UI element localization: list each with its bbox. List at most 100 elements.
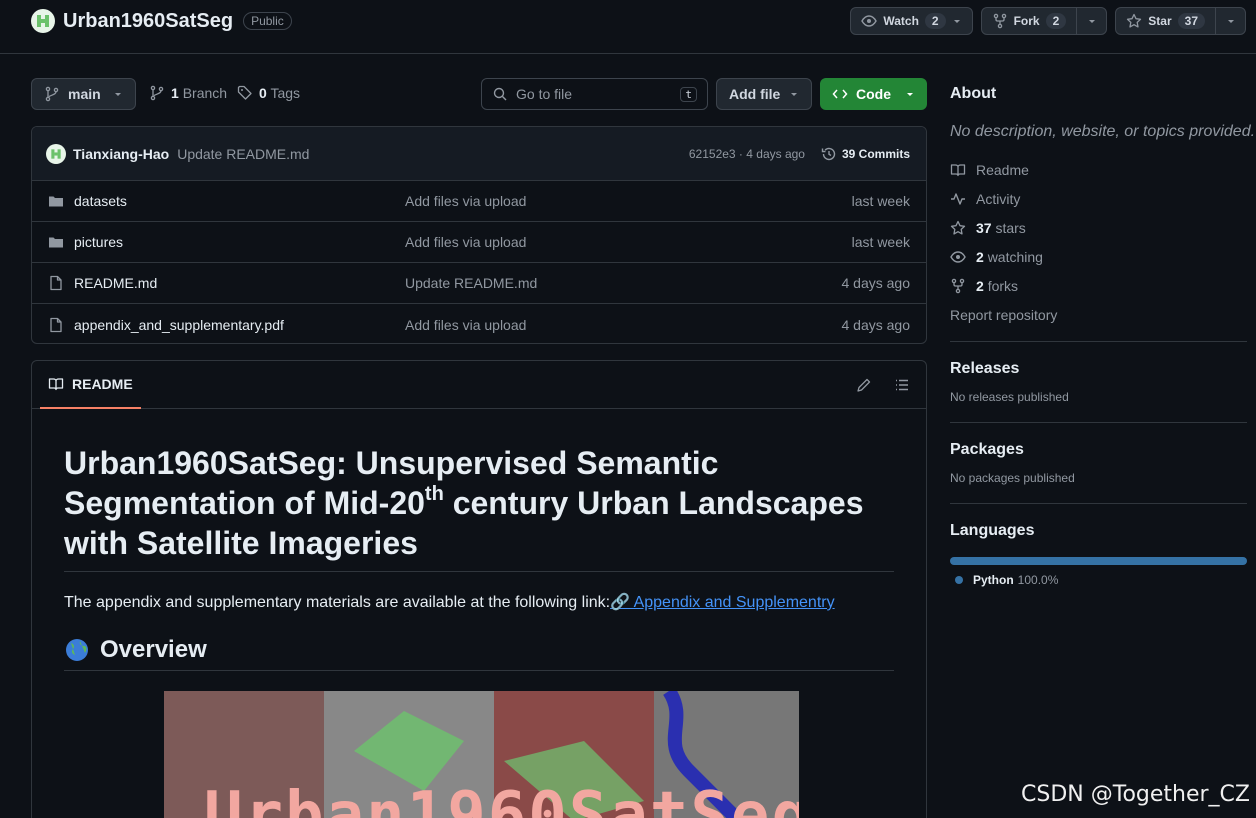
- about-heading: About: [950, 85, 997, 102]
- branch-name: main: [68, 86, 101, 102]
- language-name: Python: [973, 573, 1014, 587]
- about-link-count: 2: [976, 277, 984, 294]
- commits-link[interactable]: 39 Commits: [821, 146, 910, 162]
- file-row[interactable]: datasets Add files via upload last week: [32, 181, 926, 222]
- outline-list-icon[interactable]: [894, 377, 910, 393]
- fork-icon: [950, 278, 966, 294]
- about-sidebar: About No description, website, or topics…: [950, 78, 1256, 587]
- code-icon: [832, 89, 848, 99]
- about-link-stars[interactable]: 37 stars: [950, 213, 1247, 242]
- fork-label: Fork: [1013, 14, 1040, 28]
- branches-link[interactable]: 1 Branch: [149, 85, 227, 101]
- star-dropdown[interactable]: [1215, 8, 1245, 34]
- packages-heading[interactable]: Packages: [950, 441, 1247, 459]
- file-name[interactable]: datasets: [74, 193, 127, 209]
- file-commit-message[interactable]: Add files via upload: [405, 234, 526, 250]
- branches-count: 1: [171, 85, 179, 101]
- divider: [950, 503, 1247, 504]
- fork-dropdown[interactable]: [1076, 8, 1106, 34]
- readme-tab[interactable]: README: [40, 361, 141, 409]
- history-icon: [821, 147, 836, 160]
- file-row[interactable]: README.md Update README.md 4 days ago: [32, 263, 926, 304]
- tags-link[interactable]: 0 Tags: [237, 85, 300, 101]
- readme-panel: README Urban1960SatSeg: Unsupervised Sem…: [31, 360, 927, 818]
- file-row[interactable]: pictures Add files via upload last week: [32, 222, 926, 263]
- file-row[interactable]: appendix_and_supplementary.pdf Add files …: [32, 304, 926, 343]
- folder-icon: [48, 234, 66, 250]
- divider: [950, 341, 1247, 342]
- goto-shortcut: t: [680, 86, 697, 102]
- star-label: Star: [1148, 14, 1172, 28]
- repo-name[interactable]: Urban1960SatSeg: [63, 10, 233, 33]
- folder-icon: [48, 193, 66, 209]
- file-name[interactable]: pictures: [74, 234, 123, 250]
- fork-button[interactable]: Fork 2: [980, 7, 1108, 35]
- watch-button[interactable]: Watch 2: [850, 7, 973, 35]
- language-python[interactable]: Python 100.0%: [955, 573, 1247, 587]
- chevron-down-icon: [115, 93, 121, 96]
- file-icon: [48, 275, 66, 291]
- language-bar: [950, 557, 1247, 565]
- about-link-Activity[interactable]: Activity: [950, 184, 1247, 213]
- csdn-watermark: CSDN @Together_CZ: [1021, 782, 1250, 807]
- eye-icon: [950, 249, 966, 265]
- about-link-forks[interactable]: 2 forks: [950, 271, 1247, 300]
- about-link-count: 2: [976, 248, 984, 265]
- branch-icon: [150, 85, 164, 101]
- commit-message[interactable]: Update README.md: [177, 146, 309, 162]
- language-percent: 100.0%: [1017, 573, 1059, 587]
- about-link-label: Activity: [976, 190, 1021, 207]
- star-main[interactable]: Star 37: [1116, 8, 1215, 34]
- star-icon: [1127, 13, 1142, 28]
- about-link-watching[interactable]: 2 watching: [950, 242, 1247, 271]
- about-link-text: 2 forks: [976, 278, 1018, 294]
- fork-icon: [993, 13, 1006, 29]
- commit-hash-date[interactable]: 62152e3 · 4 days ago: [689, 147, 805, 161]
- tag-icon: [237, 85, 252, 100]
- readme-paragraph-text: The appendix and supplementary materials…: [64, 594, 611, 611]
- tags-count: 0: [259, 85, 267, 101]
- watch-main[interactable]: Watch 2: [851, 8, 971, 34]
- add-file-button[interactable]: Add file: [716, 78, 812, 110]
- book-icon: [950, 162, 966, 178]
- about-link-Readme[interactable]: Readme: [950, 155, 1247, 184]
- file-name[interactable]: appendix_and_supplementary.pdf: [74, 317, 284, 333]
- chevron-down-icon: [907, 93, 913, 96]
- chevron-down-icon: [791, 93, 797, 96]
- banner-text: Urban1960SatSeg: [204, 779, 799, 818]
- file-commit-message[interactable]: Add files via upload: [405, 193, 526, 209]
- branch-selector[interactable]: main: [31, 78, 136, 110]
- releases-heading[interactable]: Releases: [950, 360, 1247, 378]
- commit-author[interactable]: Tianxiang-Hao: [73, 146, 169, 162]
- code-label: Code: [856, 86, 891, 102]
- commits-label: 39 Commits: [841, 146, 910, 161]
- repo-header: Urban1960SatSeg Public Watch 2 Fork 2 St…: [0, 0, 1256, 54]
- star-button[interactable]: Star 37: [1115, 7, 1246, 35]
- report-repository-link[interactable]: Report repository: [950, 300, 1247, 329]
- about-link-text: Activity: [976, 191, 1020, 207]
- chevron-down-icon: [1088, 20, 1095, 23]
- visibility-badge: Public: [243, 12, 292, 30]
- file-commit-message[interactable]: Add files via upload: [405, 317, 526, 333]
- header-actions: Watch 2 Fork 2 Star 37: [850, 7, 1246, 35]
- about-link-label: Readme: [976, 161, 1029, 178]
- about-description: No description, website, or topics provi…: [950, 123, 1256, 140]
- readme-header: README: [32, 361, 926, 409]
- goto-placeholder: Go to file: [516, 86, 573, 102]
- goto-file-input[interactable]: Go to file t: [481, 78, 708, 110]
- eye-icon: [861, 15, 878, 27]
- file-commit-message[interactable]: Update README.md: [405, 275, 537, 291]
- branch-icon: [45, 86, 59, 102]
- about-link-label: forks: [987, 277, 1019, 294]
- about-link-text: 37 stars: [976, 220, 1026, 236]
- appendix-link[interactable]: 🔗 Appendix and Supplementry: [610, 594, 835, 611]
- file-name[interactable]: README.md: [74, 275, 157, 291]
- globe-icon: [66, 639, 88, 661]
- code-button[interactable]: Code: [820, 78, 927, 110]
- pencil-icon[interactable]: [856, 377, 872, 393]
- readme-title: Urban1960SatSeg: Unsupervised Semantic S…: [64, 443, 894, 572]
- about-link-text: 2 watching: [976, 249, 1043, 265]
- fork-main[interactable]: Fork 2: [982, 8, 1077, 34]
- author-avatar[interactable]: [46, 143, 66, 164]
- owner-avatar[interactable]: [31, 9, 55, 33]
